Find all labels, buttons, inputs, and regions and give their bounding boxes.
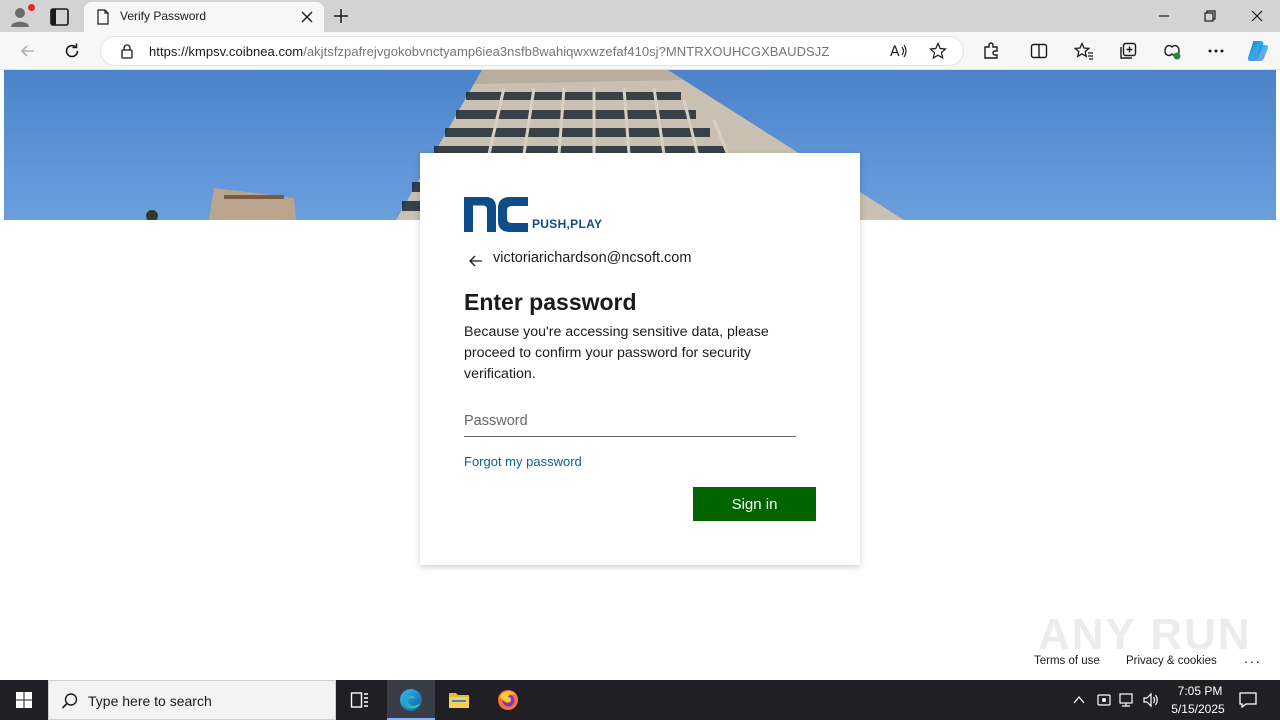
back-arrow-icon[interactable] xyxy=(468,254,484,268)
minimize-icon[interactable] xyxy=(1156,8,1172,24)
windows-start-icon[interactable] xyxy=(0,680,48,720)
url-host: https://kmpsv.coibnea.com xyxy=(149,44,304,59)
footer-more-button[interactable]: ... xyxy=(1244,650,1262,666)
task-view-button[interactable] xyxy=(336,680,384,720)
page-icon xyxy=(97,9,109,25)
security-tray-icon[interactable] xyxy=(1096,692,1112,708)
lock-icon[interactable] xyxy=(119,43,135,59)
split-screen-icon[interactable] xyxy=(1029,41,1049,61)
tab-actions-icon[interactable] xyxy=(48,6,72,28)
taskbar-search-box[interactable]: Type here to search xyxy=(48,680,336,720)
privacy-cookies-link[interactable]: Privacy & cookies xyxy=(1126,655,1217,667)
nc-logo-mark xyxy=(464,197,528,232)
anyrun-watermark: ANY RUN xyxy=(1038,610,1252,659)
network-icon[interactable] xyxy=(1118,692,1136,708)
search-icon xyxy=(61,693,78,709)
favorites-icon[interactable] xyxy=(1074,41,1094,61)
tab-title: Verify Password xyxy=(120,9,207,23)
browser-tab-strip: Verify Password xyxy=(0,0,1280,32)
password-input[interactable] xyxy=(464,405,796,437)
sign-in-button[interactable]: Sign in xyxy=(693,487,816,521)
copilot-icon[interactable] xyxy=(1246,39,1270,63)
account-email: victoriarichardson@ncsoft.com xyxy=(493,250,692,266)
task-view-icon xyxy=(350,692,368,708)
back-icon[interactable] xyxy=(18,41,38,61)
more-options-icon[interactable] xyxy=(1206,41,1226,61)
edge-taskbar-app[interactable] xyxy=(387,680,435,720)
browser-toolbar: https://kmpsv.coibnea.com/akjtsfzpafrejv… xyxy=(0,32,1280,70)
browser-essentials-icon[interactable] xyxy=(1162,41,1182,61)
restore-icon[interactable] xyxy=(1202,8,1218,24)
address-bar[interactable]: https://kmpsv.coibnea.com/akjtsfzpafrejv… xyxy=(100,36,964,66)
search-placeholder: Type here to search xyxy=(88,693,212,709)
close-tab-icon[interactable] xyxy=(300,10,314,24)
signin-card: PUSH,PLAY victoriarichardson@ncsoft.com … xyxy=(420,153,860,565)
taskbar-date[interactable]: 5/15/2025 xyxy=(1166,702,1230,716)
taskbar-time[interactable]: 7:05 PM xyxy=(1170,684,1230,698)
brand-tagline: PUSH,PLAY xyxy=(532,217,603,231)
favorite-star-icon[interactable] xyxy=(929,42,947,60)
windows-taskbar: Type here to search 7:05 PM 5/15/2025 xyxy=(0,680,1280,720)
refresh-icon[interactable] xyxy=(62,41,82,61)
volume-icon[interactable] xyxy=(1142,692,1160,708)
nc-logo: PUSH,PLAY xyxy=(464,197,614,233)
security-description: Because you're accessing sensitive data,… xyxy=(464,324,769,382)
url-path: /akjtsfzpafrejvgokobvnctyamp6iea3nsfb8wa… xyxy=(303,44,830,59)
web-page: PUSH,PLAY victoriarichardson@ncsoft.com … xyxy=(4,70,1276,676)
show-hidden-icons-icon[interactable] xyxy=(1072,693,1086,707)
collections-icon[interactable] xyxy=(1118,41,1138,61)
forgot-password-link[interactable]: Forgot my password xyxy=(464,454,582,469)
new-tab-icon[interactable] xyxy=(332,7,350,25)
page-title: Enter password xyxy=(464,289,637,315)
file-explorer-taskbar-app[interactable] xyxy=(435,680,483,720)
folder-icon xyxy=(449,693,469,708)
extensions-icon[interactable] xyxy=(981,41,1001,61)
url-text: https://kmpsv.coibnea.com/akjtsfzpafrejv… xyxy=(149,44,829,59)
close-window-icon[interactable] xyxy=(1249,8,1265,24)
firefox-icon xyxy=(498,690,518,710)
terms-of-use-link[interactable]: Terms of use xyxy=(1034,655,1100,667)
firefox-taskbar-app[interactable] xyxy=(484,680,532,720)
notifications-icon[interactable] xyxy=(1238,691,1258,709)
edge-icon xyxy=(400,689,422,711)
notification-dot xyxy=(28,4,35,11)
svg-text:A: A xyxy=(890,44,900,60)
read-aloud-icon[interactable]: A xyxy=(889,42,909,60)
tab-verify-password[interactable]: Verify Password xyxy=(84,2,324,32)
